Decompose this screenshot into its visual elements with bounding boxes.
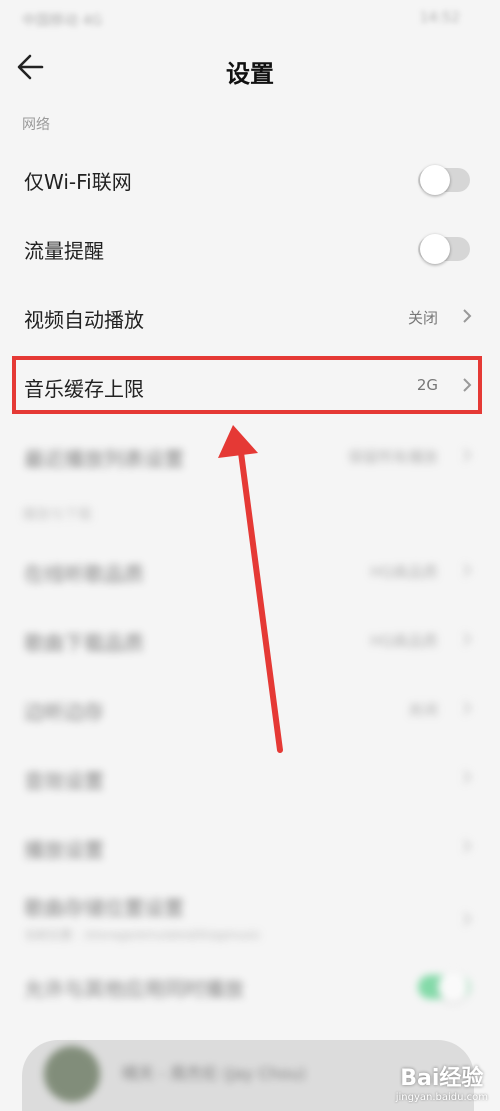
watermark-logo: Bai经验 <box>400 1066 484 1091</box>
watermark-url: jingyan.baidu.com <box>395 1092 488 1103</box>
player-song: 晴天 - 周杰伦 (Jay Chou) <box>122 1064 306 1083</box>
annotation-arrow-icon <box>218 425 283 753</box>
watermark: Bai经验 jingyan.baidu.com <box>396 1060 488 1103</box>
album-avatar[interactable] <box>44 1046 100 1102</box>
